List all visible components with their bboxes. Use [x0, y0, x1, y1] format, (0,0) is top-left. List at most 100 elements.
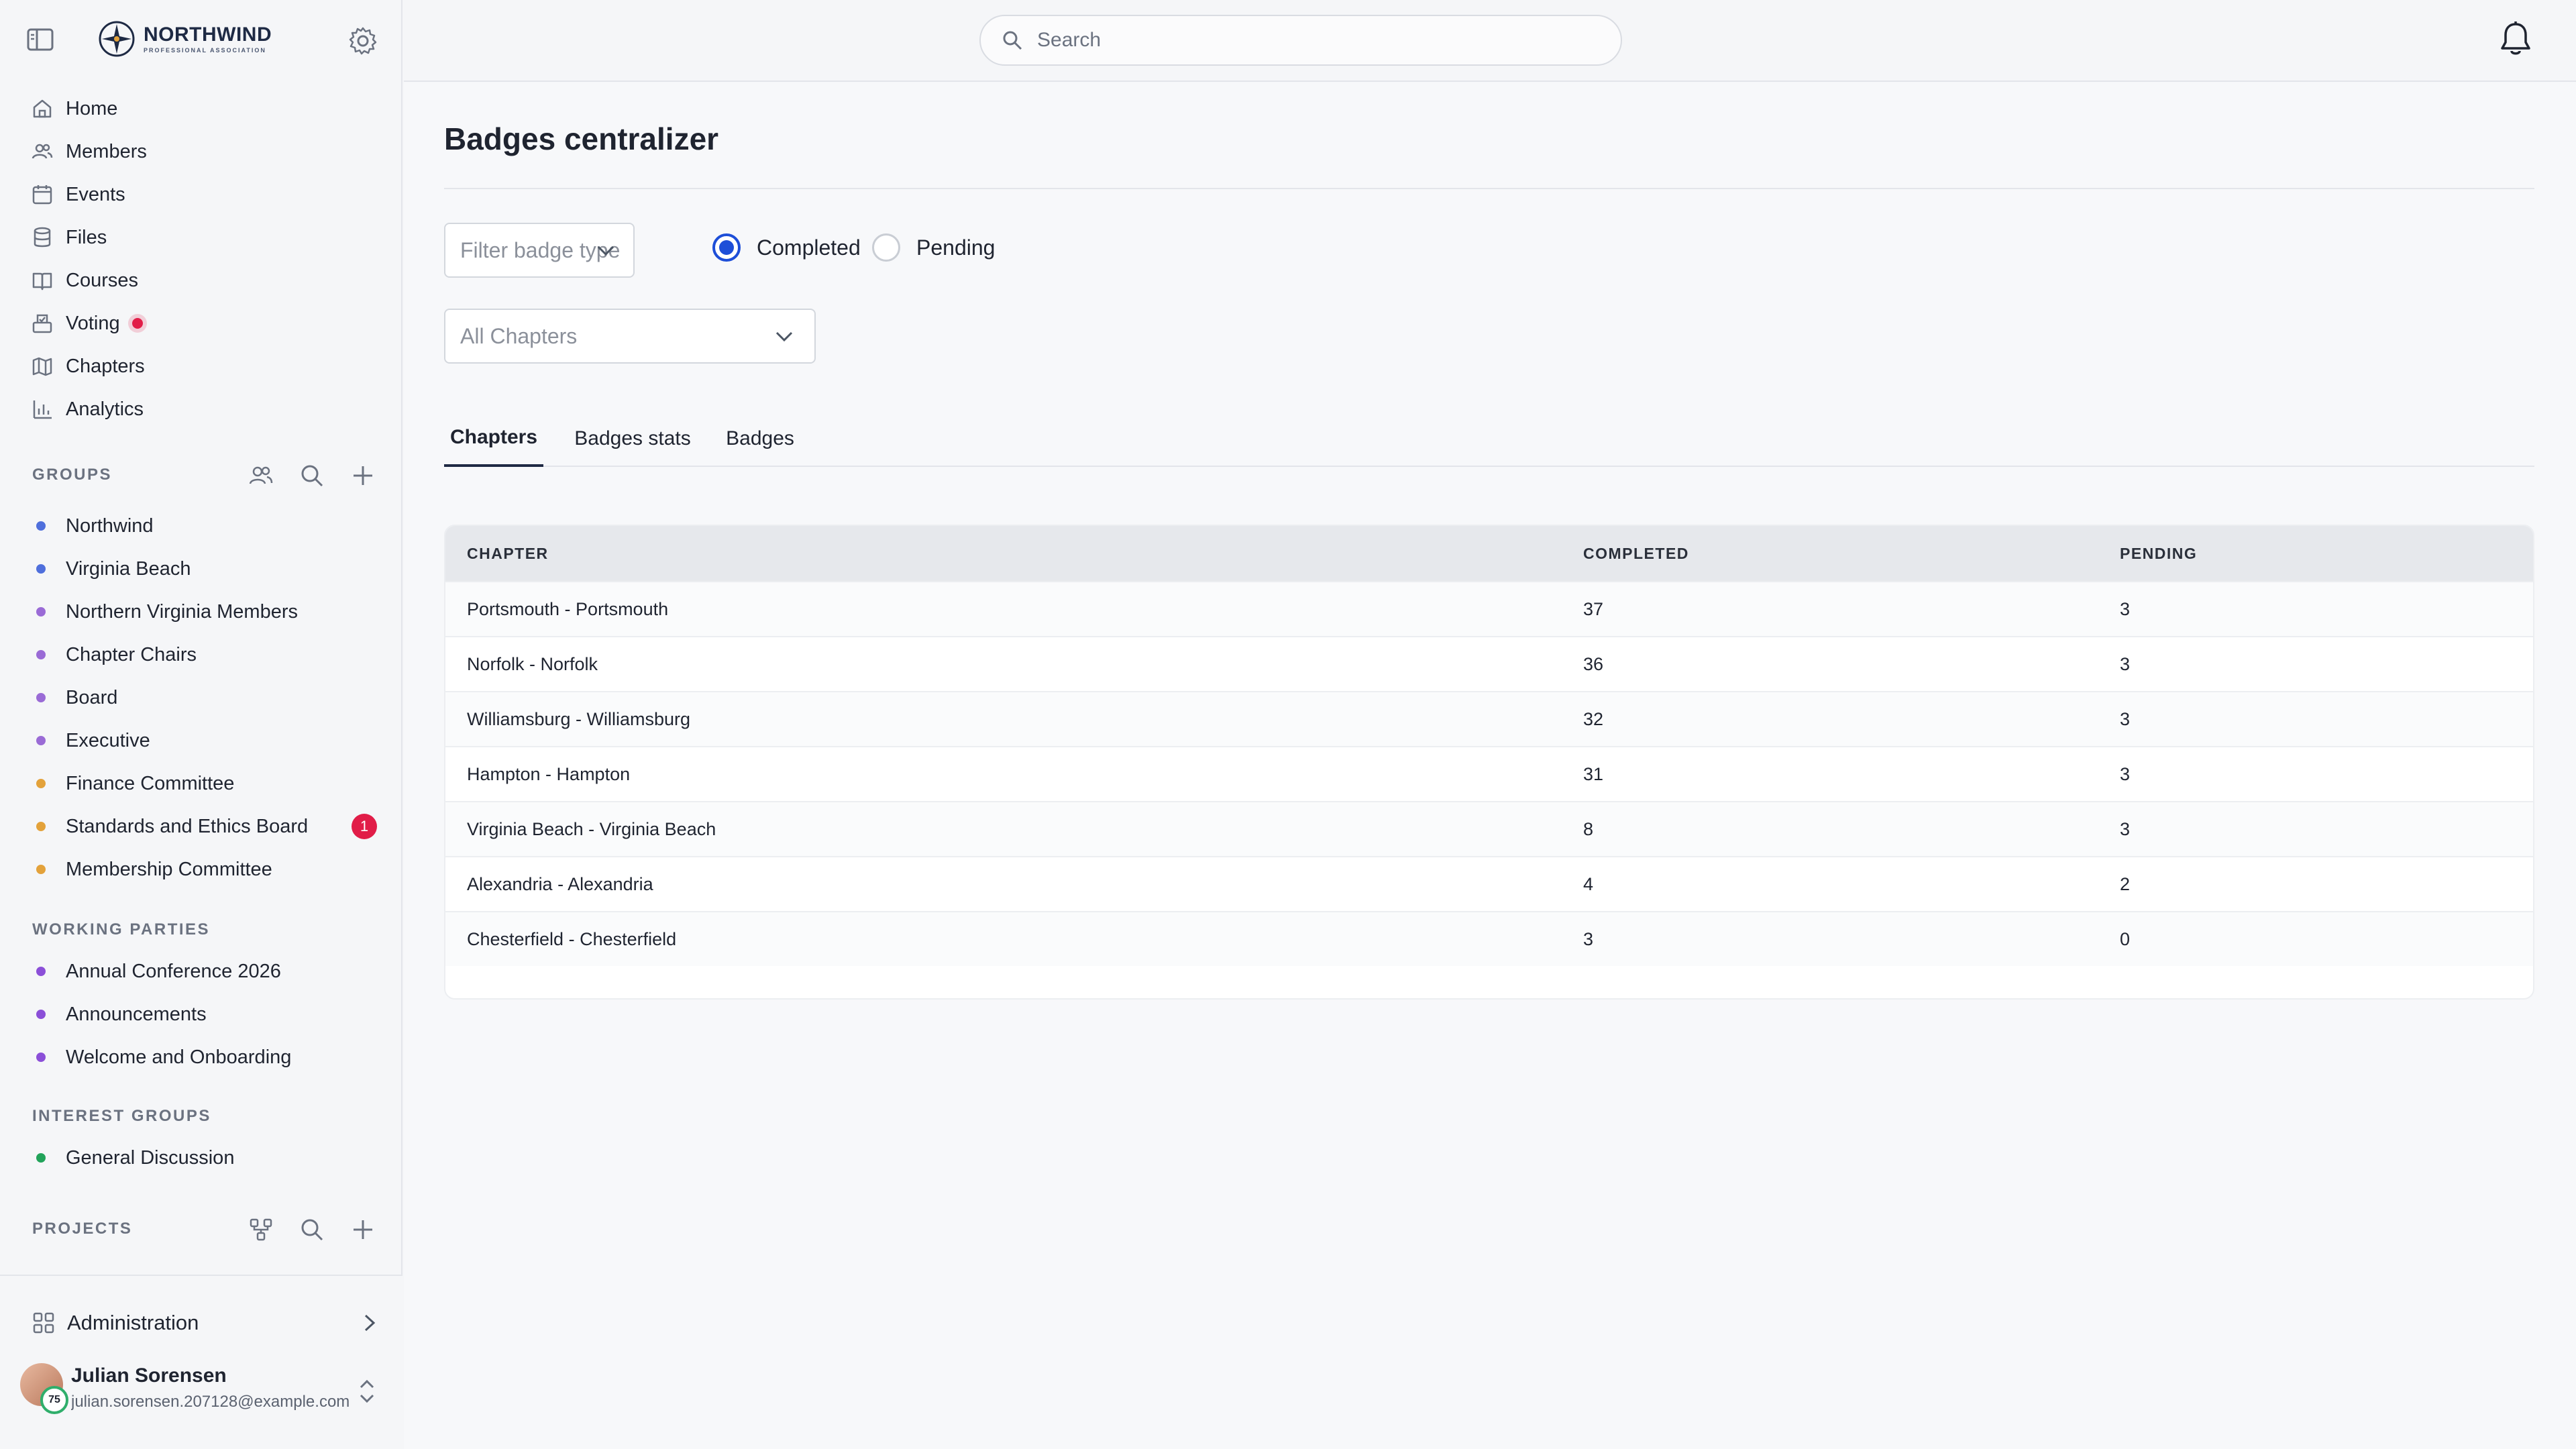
cell-chapter: Portsmouth - Portsmouth — [467, 598, 669, 619]
group-item[interactable]: Virginia Beach — [0, 547, 402, 590]
nav-item-members[interactable]: Members — [0, 130, 402, 173]
nav-item-voting[interactable]: Voting — [0, 302, 402, 345]
group-label: Executive — [66, 729, 150, 751]
interest-groups-list: General Discussion — [0, 1136, 402, 1179]
group-item[interactable]: Finance Committee — [0, 762, 402, 805]
calendar-icon — [31, 183, 54, 206]
plus-icon[interactable] — [349, 1216, 377, 1244]
hierarchy-icon[interactable] — [247, 1216, 275, 1244]
table-body: Portsmouth - Portsmouth 37 3 Norfolk - Nor… — [445, 581, 2533, 966]
main-content: Badges centralizer Filter badge type Com… — [404, 80, 2576, 1449]
table-row[interactable]: Portsmouth - Portsmouth 37 3 — [445, 581, 2533, 636]
chevron-down-icon — [594, 239, 617, 262]
interest-groups-heading: INTEREST GROUPS — [32, 1107, 211, 1125]
cell-completed: 31 — [1583, 763, 1604, 784]
nav-item-events[interactable]: Events — [0, 173, 402, 216]
group-item[interactable]: Northwind — [0, 504, 402, 547]
projects-tools — [247, 1216, 377, 1244]
chapters-table: CHAPTER COMPLETED PENDING Portsmouth - P… — [444, 525, 2534, 1000]
cell-pending: 2 — [2120, 873, 2131, 894]
column-header-pending[interactable]: PENDING — [2120, 545, 2197, 563]
bell-icon[interactable] — [2497, 20, 2534, 59]
table-row[interactable]: Norfolk - Norfolk 36 3 — [445, 636, 2533, 691]
group-item[interactable]: Northern Virginia Members — [0, 590, 402, 633]
groups-list: Northwind Virginia Beach Northern Virgin… — [0, 504, 402, 891]
map-icon — [31, 355, 54, 378]
home-icon — [31, 97, 54, 120]
cell-completed: 4 — [1583, 873, 1594, 894]
unread-badge: 1 — [352, 814, 377, 839]
group-label: Annual Conference 2026 — [66, 960, 281, 982]
tab-chapters[interactable]: Chapters — [444, 411, 543, 467]
table-row[interactable]: Chesterfield - Chesterfield 3 0 — [445, 911, 2533, 966]
brand-subtitle: PROFESSIONAL ASSOCIATION — [144, 46, 266, 54]
group-label: Chapter Chairs — [66, 643, 197, 665]
search-bar[interactable] — [979, 15, 1622, 66]
logo[interactable]: NORTHWIND PROFESSIONAL ASSOCIATION — [98, 20, 272, 58]
working-party-item[interactable]: Welcome and Onboarding — [0, 1036, 402, 1079]
cell-pending: 3 — [2120, 653, 2131, 674]
column-header-completed[interactable]: COMPLETED — [1583, 545, 1689, 563]
nav-label: Files — [66, 226, 107, 248]
cell-chapter: Virginia Beach - Virginia Beach — [467, 818, 716, 839]
table-row[interactable]: Hampton - Hampton 31 3 — [445, 746, 2533, 801]
nav-item-courses[interactable]: Courses — [0, 259, 402, 302]
group-item[interactable]: Board — [0, 676, 402, 719]
group-color-dot — [36, 822, 46, 831]
nav-label: Voting — [66, 312, 120, 334]
group-color-dot — [36, 564, 46, 574]
page-title: Badges centralizer — [444, 121, 719, 156]
nav-label: Courses — [66, 269, 138, 291]
nav-item-home[interactable]: Home — [0, 87, 402, 130]
sidebar-toggle-icon[interactable] — [27, 28, 54, 51]
chapter-select-value: All Chapters — [460, 323, 578, 348]
cell-pending: 3 — [2120, 708, 2131, 729]
group-color-dot — [36, 967, 46, 976]
tab-badges[interactable]: Badges — [720, 411, 800, 467]
group-color-dot — [36, 736, 46, 745]
nav-item-files[interactable]: Files — [0, 216, 402, 259]
radio-completed-input[interactable] — [712, 233, 741, 262]
group-label: Standards and Ethics Board — [66, 815, 309, 837]
table-row[interactable]: Alexandria - Alexandria 4 2 — [445, 856, 2533, 911]
group-color-dot — [36, 1053, 46, 1062]
administration-link[interactable]: Administration — [32, 1303, 381, 1343]
group-label: General Discussion — [66, 1146, 235, 1169]
search-icon[interactable] — [298, 462, 326, 490]
working-party-item[interactable]: Annual Conference 2026 — [0, 950, 402, 993]
interest-group-item[interactable]: General Discussion — [0, 1136, 402, 1179]
chapter-select[interactable]: All Chapters — [444, 309, 816, 364]
cell-completed: 32 — [1583, 708, 1604, 729]
radio-pending-input[interactable] — [872, 233, 900, 262]
nav-item-analytics[interactable]: Analytics — [0, 388, 402, 431]
gear-icon[interactable] — [347, 25, 378, 56]
main-nav: Home Members Events Files Courses Voting — [0, 87, 402, 431]
search-icon[interactable] — [298, 1216, 326, 1244]
group-color-dot — [36, 865, 46, 874]
cell-chapter: Alexandria - Alexandria — [467, 873, 653, 894]
members-icon[interactable] — [247, 462, 275, 490]
filter-badge-type-select[interactable]: Filter badge type — [444, 223, 635, 278]
group-label: Northern Virginia Members — [66, 600, 298, 623]
user-menu[interactable]: 75 Julian Sorensen julian.sorensen.20712… — [20, 1363, 382, 1430]
group-item[interactable]: Executive — [0, 719, 402, 762]
group-item[interactable]: Membership Committee — [0, 848, 402, 891]
user-email: julian.sorensen.207128@example.com — [71, 1393, 350, 1411]
group-item[interactable]: Chapter Chairs — [0, 633, 402, 676]
search-input[interactable] — [1036, 28, 1586, 52]
table-row[interactable]: Williamsburg - Williamsburg 32 3 — [445, 691, 2533, 746]
working-party-item[interactable]: Announcements — [0, 993, 402, 1036]
group-item[interactable]: Standards and Ethics Board 1 — [0, 805, 402, 848]
radio-pending-label: Pending — [916, 235, 996, 260]
administration-label: Administration — [67, 1311, 199, 1334]
sidebar-header: NORTHWIND PROFESSIONAL ASSOCIATION — [0, 0, 402, 80]
nav-item-chapters[interactable]: Chapters — [0, 345, 402, 388]
plus-icon[interactable] — [349, 462, 377, 490]
radio-pending[interactable]: Pending — [872, 233, 995, 262]
table-row[interactable]: Virginia Beach - Virginia Beach 8 3 — [445, 801, 2533, 856]
group-label: Welcome and Onboarding — [66, 1046, 292, 1068]
tab-badges-stats[interactable]: Badges stats — [569, 411, 696, 467]
radio-completed[interactable]: Completed — [712, 233, 861, 262]
column-header-chapter[interactable]: CHAPTER — [467, 545, 549, 563]
cell-chapter: Norfolk - Norfolk — [467, 653, 598, 674]
